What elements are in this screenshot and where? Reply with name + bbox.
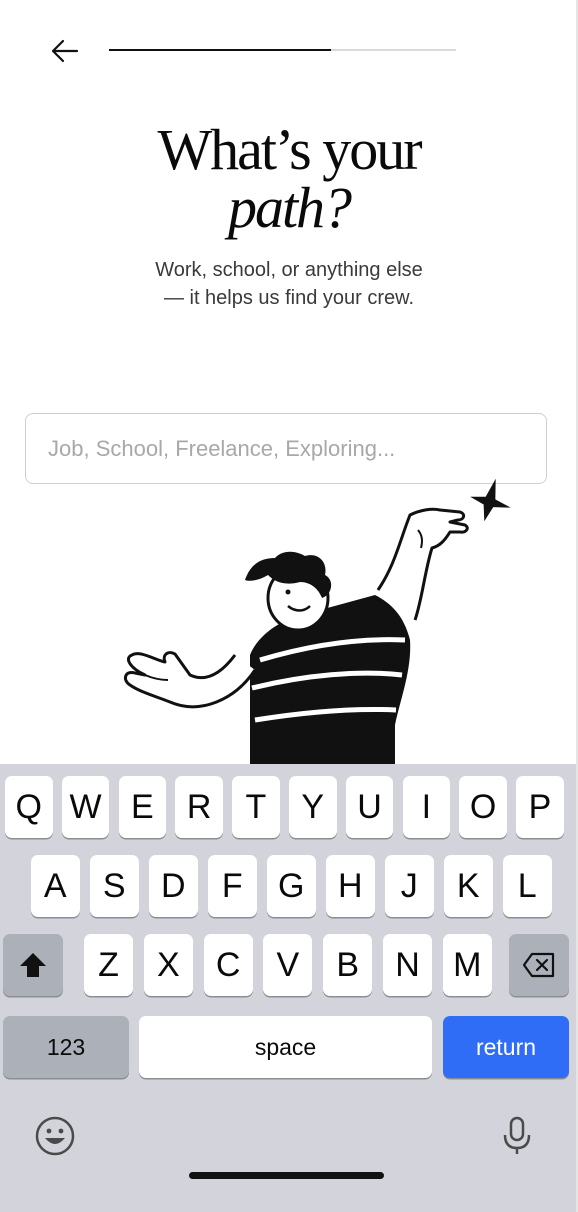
ios-keyboard: QWERTYUIOP ASDFGHJKL ZXCVBNM 123 space r… [0,764,576,1212]
key-a[interactable]: A [31,855,80,917]
page-subtitle: Work, school, or anything else — it help… [155,259,423,309]
key-g[interactable]: G [267,855,316,917]
back-button[interactable] [48,34,82,68]
space-key[interactable]: space [139,1016,432,1078]
key-d[interactable]: D [149,855,198,917]
waving-person-illustration [123,478,511,765]
key-f[interactable]: F [208,855,257,917]
backspace-icon [522,952,555,978]
key-r[interactable]: R [175,776,223,838]
key-i[interactable]: I [402,776,451,838]
key-t[interactable]: T [232,776,280,838]
key-z[interactable]: Z [84,934,133,996]
home-indicator [189,1172,384,1179]
key-k[interactable]: K [444,855,493,917]
sparkle-icon [470,478,511,522]
key-e[interactable]: E [118,776,167,838]
page-title-line1: What’s your [157,117,422,182]
key-x[interactable]: X [143,934,193,996]
key-c[interactable]: C [203,934,253,996]
key-s[interactable]: S [90,855,139,917]
page-title-line2: path? [227,175,352,240]
progress-fill [109,49,332,51]
backspace-key[interactable] [509,934,569,996]
microphone-icon [503,1116,531,1154]
key-b[interactable]: B [323,934,373,996]
key-m[interactable]: M [442,934,492,996]
key-n[interactable]: N [383,934,432,996]
key-w[interactable]: W [61,776,110,838]
key-u[interactable]: U [345,776,394,838]
arrow-left-icon [51,39,79,63]
shift-icon [20,953,46,977]
return-key[interactable]: return [443,1016,569,1078]
shift-key[interactable] [3,934,63,996]
key-h[interactable]: H [326,855,375,917]
key-y[interactable]: Y [289,776,337,838]
progress-bar [109,49,456,51]
key-v[interactable]: V [263,934,313,996]
key-q[interactable]: Q [5,776,53,838]
key-p[interactable]: P [516,776,564,838]
numbers-key[interactable]: 123 [3,1016,129,1078]
key-j[interactable]: J [385,855,434,917]
emoji-icon [35,1116,75,1156]
key-l[interactable]: L [503,855,552,917]
key-o[interactable]: O [459,776,507,838]
dictation-button[interactable] [495,1114,539,1158]
emoji-button[interactable] [33,1114,77,1158]
